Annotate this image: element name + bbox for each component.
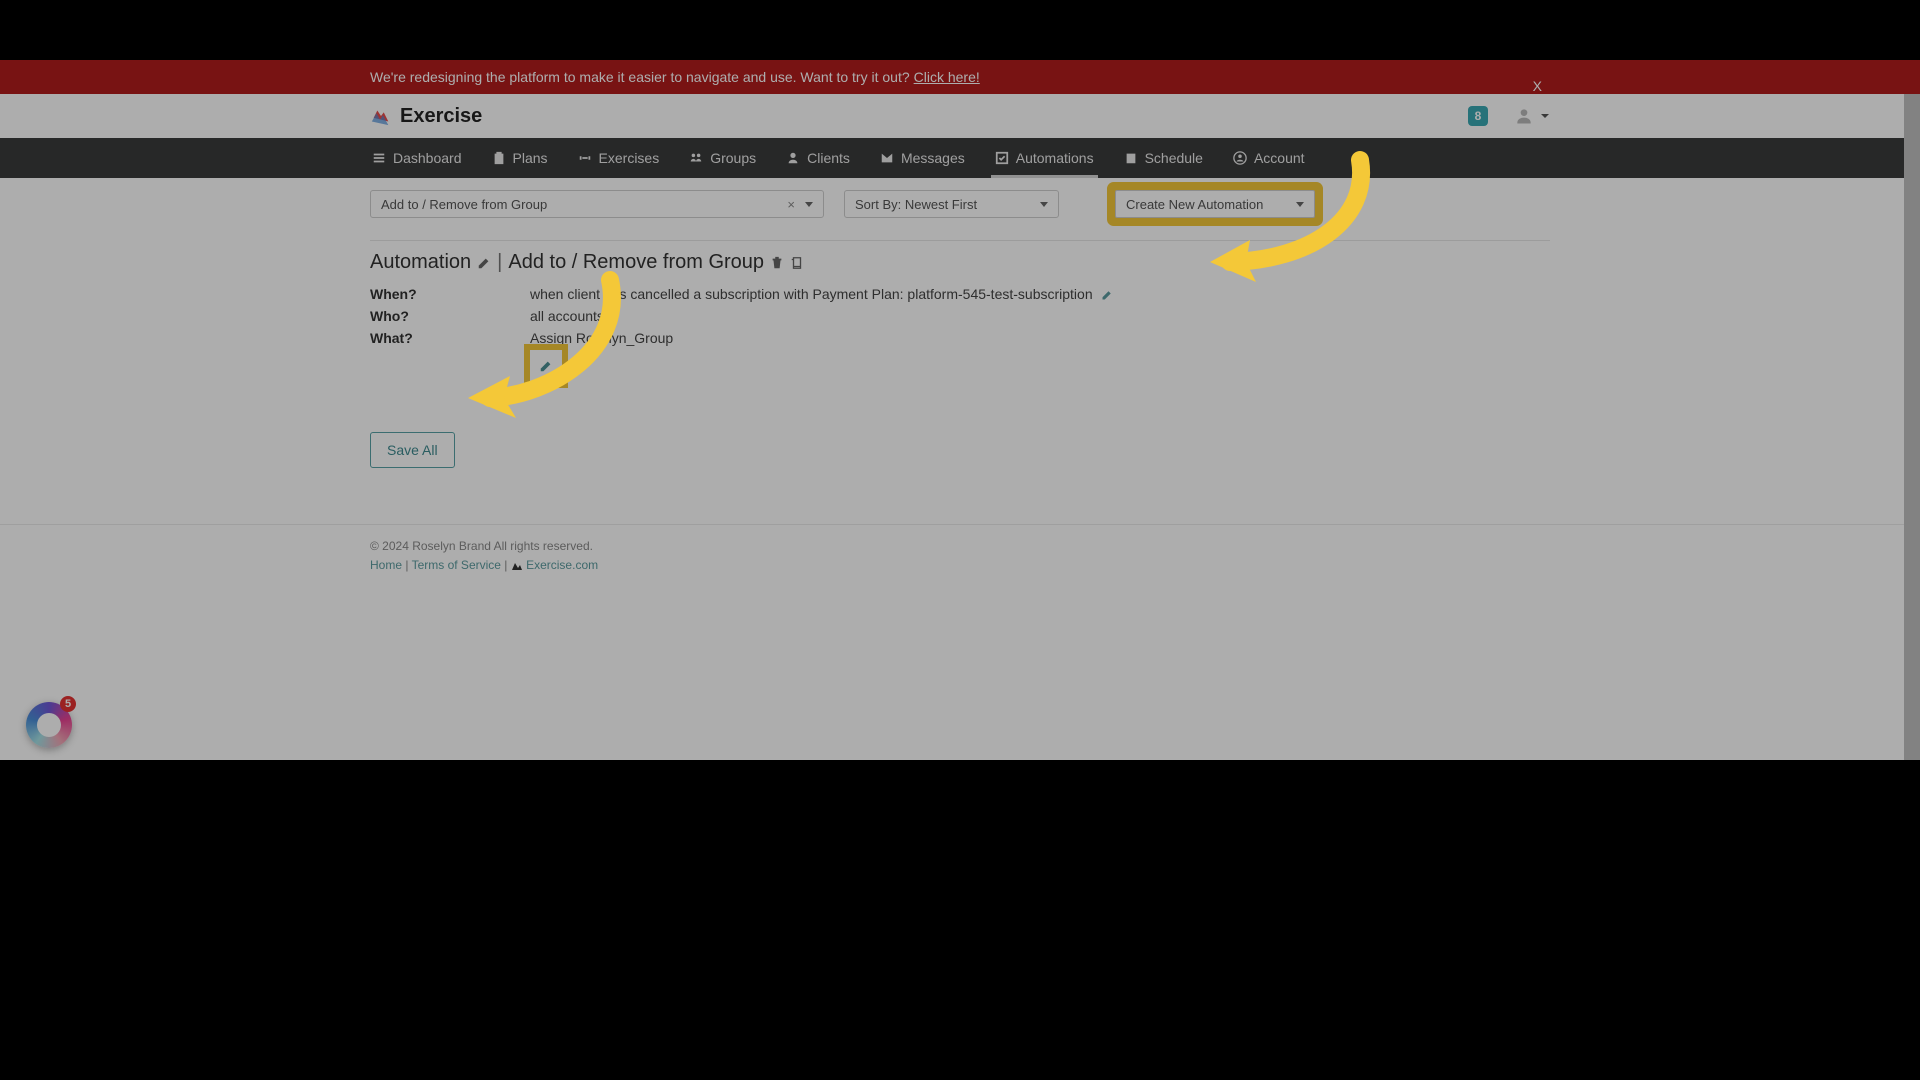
main-nav: Dashboard Plans Exercises Groups Clients…: [0, 138, 1920, 178]
copy-icon[interactable]: [790, 256, 804, 270]
brand[interactable]: Exercise: [370, 105, 482, 128]
automation-title: Automation | Add to / Remove from Group: [370, 251, 1550, 274]
nav-exercises[interactable]: Exercises: [576, 138, 662, 178]
help-widget-badge: 5: [60, 696, 76, 712]
footer-home-link[interactable]: Home: [370, 558, 402, 572]
automation-details: When? when client has cancelled a subscr…: [370, 286, 1550, 382]
pencil-icon[interactable]: [1101, 289, 1113, 301]
footer-terms-link[interactable]: Terms of Service: [412, 558, 501, 572]
app-viewport: We're redesigning the platform to make i…: [0, 60, 1920, 760]
chevron-down-icon: [1540, 111, 1550, 121]
nav-account[interactable]: Account: [1231, 138, 1307, 178]
pencil-icon: [539, 359, 553, 373]
filter-select[interactable]: Add to / Remove from Group ×: [370, 190, 824, 218]
brand-name: Exercise: [400, 105, 482, 128]
letterbox-bottom: [0, 760, 1920, 1080]
when-value: when client has cancelled a subscription…: [530, 286, 1550, 302]
save-all-button[interactable]: Save All: [370, 432, 455, 468]
nav-dashboard[interactable]: Dashboard: [370, 138, 464, 178]
nav-groups[interactable]: Groups: [687, 138, 758, 178]
scrollbar-thumb[interactable]: [1904, 60, 1920, 760]
dumbbell-icon: [578, 151, 592, 165]
calendar-icon: [1124, 151, 1138, 165]
brand-bar: Exercise 8: [0, 94, 1920, 138]
nav-messages[interactable]: Messages: [878, 138, 967, 178]
notification-badge[interactable]: 8: [1468, 106, 1488, 126]
sort-value: Sort By: Newest First: [855, 197, 977, 212]
nav-label: Groups: [710, 150, 756, 166]
chevron-down-icon: [1296, 202, 1304, 207]
list-icon: [372, 151, 386, 165]
title-suffix: Add to / Remove from Group: [508, 251, 764, 274]
banner-close-button[interactable]: X: [1525, 69, 1550, 103]
nav-label: Dashboard: [393, 150, 462, 166]
banner-link[interactable]: Click here!: [914, 69, 980, 85]
nav-label: Clients: [807, 150, 850, 166]
nav-label: Messages: [901, 150, 965, 166]
trash-icon[interactable]: [770, 256, 784, 270]
create-value: Create New Automation: [1126, 197, 1263, 212]
user-menu[interactable]: [1514, 106, 1550, 126]
nav-clients[interactable]: Clients: [784, 138, 852, 178]
groups-icon: [689, 151, 703, 165]
clipboard-icon: [492, 151, 506, 165]
user-icon: [1514, 106, 1534, 126]
nav-schedule[interactable]: Schedule: [1122, 138, 1205, 178]
nav-plans[interactable]: Plans: [490, 138, 550, 178]
what-label: What?: [370, 330, 530, 382]
edit-what-button[interactable]: [530, 350, 562, 382]
chevron-down-icon: [805, 202, 813, 207]
brand-logo-icon: [370, 105, 392, 127]
account-circle-icon: [1233, 151, 1247, 165]
help-widget[interactable]: 5: [26, 702, 72, 748]
footer-exercise-link[interactable]: Exercise.com: [526, 558, 598, 572]
when-label: When?: [370, 286, 530, 302]
check-square-icon: [995, 151, 1009, 165]
scrollbar[interactable]: [1904, 60, 1920, 760]
footer: © 2024 Roselyn Brand All rights reserved…: [0, 525, 1920, 685]
what-value: Assign Roselyn_Group: [530, 330, 1550, 382]
filter-clear-button[interactable]: ×: [787, 197, 795, 212]
envelope-icon: [880, 151, 894, 165]
who-label: Who?: [370, 308, 530, 324]
letterbox-top: [0, 0, 1920, 60]
filter-value: Add to / Remove from Group: [381, 197, 547, 212]
title-prefix: Automation: [370, 251, 471, 274]
footer-copyright: © 2024 Roselyn Brand All rights reserved…: [370, 537, 1550, 556]
who-value: all accounts: [530, 308, 1550, 324]
nav-label: Exercises: [599, 150, 660, 166]
nav-automations[interactable]: Automations: [993, 138, 1096, 178]
sort-select[interactable]: Sort By: Newest First: [844, 190, 1059, 218]
nav-label: Account: [1254, 150, 1305, 166]
create-automation-select[interactable]: Create New Automation: [1115, 190, 1315, 218]
controls-row: Add to / Remove from Group × Sort By: Ne…: [370, 190, 1550, 218]
chevron-down-icon: [1040, 202, 1048, 207]
person-icon: [786, 151, 800, 165]
nav-label: Automations: [1016, 150, 1094, 166]
nav-label: Plans: [513, 150, 548, 166]
pencil-icon[interactable]: [477, 256, 491, 270]
divider: [370, 240, 1550, 241]
content-area: Add to / Remove from Group × Sort By: Ne…: [0, 178, 1920, 502]
separator: |: [497, 251, 502, 274]
exercise-logo-icon: [511, 560, 523, 572]
redesign-banner: We're redesigning the platform to make i…: [0, 60, 1920, 94]
nav-label: Schedule: [1145, 150, 1203, 166]
banner-text: We're redesigning the platform to make i…: [370, 69, 910, 85]
